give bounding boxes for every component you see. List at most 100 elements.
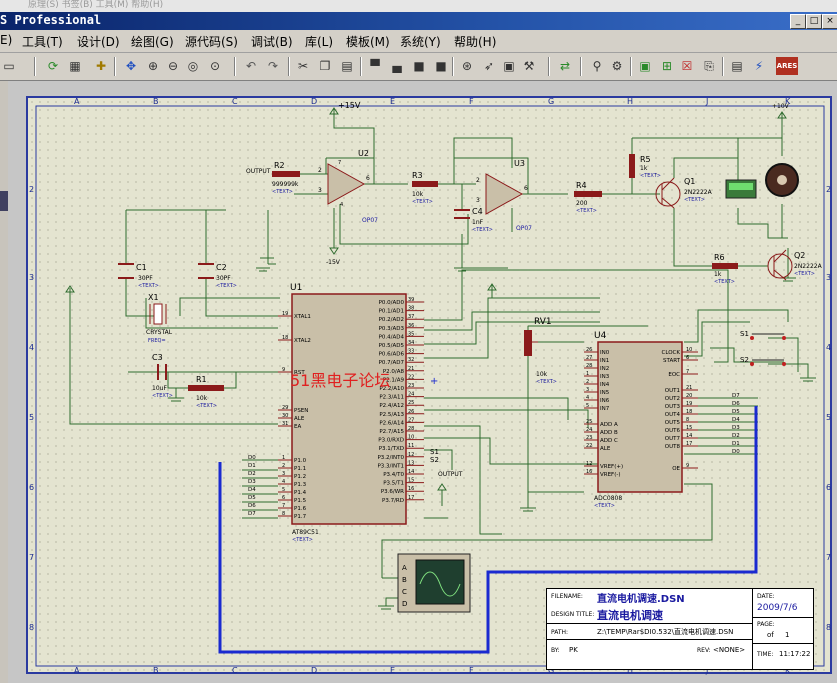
- schematic-sheet[interactable]: A B C D E F G H J K A B C D E F G H J K: [26, 96, 832, 675]
- wire-autorouter-icon[interactable]: ⇄: [556, 57, 574, 75]
- electrical-rules-icon[interactable]: ⚡: [750, 57, 768, 75]
- grid-number: 6: [29, 483, 34, 492]
- pick-device-icon[interactable]: ⊛: [458, 57, 476, 75]
- menu-graph[interactable]: 绘图(G): [131, 33, 174, 50]
- goto-sheet-icon[interactable]: ⎘: [700, 57, 718, 75]
- wire: [798, 363, 809, 378]
- switch-contact: [782, 362, 786, 366]
- pan-icon[interactable]: ✥: [122, 57, 140, 75]
- pin-name: XTAL1: [294, 314, 311, 320]
- oscilloscope[interactable]: A B C D: [397, 553, 471, 613]
- text-placeholder: <TEXT>: [594, 503, 615, 509]
- zoom-all-icon[interactable]: ◎: [184, 57, 202, 75]
- capacitor-c2[interactable]: C2 30PF <TEXT>: [198, 263, 237, 289]
- capacitor-ref: C3: [152, 353, 163, 362]
- pin-number: 21: [408, 366, 414, 372]
- cut-icon[interactable]: ✂: [294, 57, 312, 75]
- scope-channel: D: [402, 600, 407, 608]
- search-tag-icon[interactable]: ⚲: [588, 57, 606, 75]
- zoom-out-icon[interactable]: ⊖: [164, 57, 182, 75]
- capacitor-c3[interactable]: C3 10uF <TEXT>: [152, 353, 173, 399]
- resistor-body: [272, 171, 300, 177]
- resistor-r5[interactable]: R5 1k <TEXT>: [629, 154, 661, 179]
- block-delete-icon[interactable]: ■: [432, 57, 450, 75]
- menu-template[interactable]: 模板(M): [346, 33, 390, 50]
- page-value: 1: [785, 631, 790, 639]
- paste-icon[interactable]: ▤: [338, 57, 356, 75]
- pin-number: 16: [586, 469, 592, 475]
- crystal-x1[interactable]: X1 CRYSTAL FREQ=: [146, 293, 173, 344]
- new-sheet-icon[interactable]: ▣: [636, 57, 654, 75]
- pin-number: 23: [586, 435, 592, 441]
- pin-number: 3: [476, 197, 480, 204]
- resistor-r2[interactable]: R2 999999k <TEXT>: [272, 161, 300, 195]
- pin-number: 11: [408, 443, 414, 449]
- transistor-q1[interactable]: Q1 2N2222A <TEXT>: [655, 177, 713, 209]
- block-copy-icon[interactable]: ▀: [366, 57, 384, 75]
- zoom-area-icon[interactable]: ⊙: [206, 57, 224, 75]
- file-icon[interactable]: ▭: [0, 57, 18, 75]
- redo-icon[interactable]: ↷: [264, 57, 282, 75]
- capacitor-c1[interactable]: C1 30PF <TEXT>: [118, 263, 159, 289]
- resistor-r6[interactable]: R6 1k <TEXT>: [712, 253, 738, 285]
- opamp-u3[interactable]: U3 OP07 2 3 6: [476, 159, 532, 232]
- pin-name: P0.1/AD1: [379, 309, 404, 315]
- menu-source[interactable]: 源代码(S): [185, 33, 238, 50]
- property-assign-icon[interactable]: ⚙: [608, 57, 626, 75]
- toolbar-separator: [452, 57, 454, 76]
- transistor-q2[interactable]: Q2 2N2222A <TEXT>: [767, 249, 823, 281]
- schematic-canvas[interactable]: A B C D E F G H J K A B C D E F G H J K: [8, 81, 837, 683]
- block-rotate-icon[interactable]: ■: [410, 57, 428, 75]
- menu-design[interactable]: 设计(D): [77, 33, 120, 50]
- rev-value: <NONE>: [713, 646, 746, 654]
- title-bar-strip[interactable]: S Professional: [0, 12, 837, 30]
- maximize-button[interactable]: □: [806, 14, 822, 29]
- add-sheet-icon[interactable]: ⊞: [658, 57, 676, 75]
- menu-help[interactable]: 帮助(H): [454, 33, 496, 50]
- block-move-icon[interactable]: ▄: [388, 57, 406, 75]
- date-label: DATE:: [757, 593, 775, 600]
- wire: [781, 204, 788, 239]
- decompose-icon[interactable]: ⚒: [520, 57, 538, 75]
- menu-system[interactable]: 系统(Y): [400, 33, 441, 50]
- resistor-r3[interactable]: R3 10k <TEXT>: [412, 171, 438, 205]
- package-icon[interactable]: ▣: [500, 57, 518, 75]
- pin-number: 35: [408, 331, 414, 337]
- remove-sheet-icon[interactable]: ☒: [678, 57, 696, 75]
- pot-ref: RV1: [534, 317, 552, 327]
- copy-icon[interactable]: ❐: [316, 57, 334, 75]
- resistor-r1[interactable]: R1 10k <TEXT>: [188, 375, 224, 409]
- text-placeholder: <TEXT>: [272, 189, 293, 195]
- pin-number: 31: [282, 421, 288, 427]
- mcu-u1[interactable]: U1 AT89C51 <TEXT> 19 XTAL118 XTAL29 RST29 PS…: [278, 283, 424, 543]
- close-button[interactable]: ×: [822, 14, 837, 29]
- zoom-in-icon[interactable]: ⊕: [144, 57, 162, 75]
- menu-debug[interactable]: 调试(B): [251, 33, 293, 50]
- voltmeter[interactable]: [725, 179, 757, 199]
- voltmeter-screen: [729, 183, 753, 190]
- pin-number: 5: [282, 487, 285, 493]
- bill-of-materials-icon[interactable]: ▤: [728, 57, 746, 75]
- dc-motor[interactable]: [765, 163, 799, 197]
- transistor-part: 2N2222A: [794, 263, 823, 270]
- refresh-icon[interactable]: ⟳: [44, 57, 62, 75]
- undo-icon[interactable]: ↶: [242, 57, 260, 75]
- netlist-ares-icon[interactable]: ARES: [776, 57, 798, 75]
- grid-number: 4: [826, 343, 831, 352]
- switch-contact: [782, 336, 786, 340]
- menu-edit[interactable]: E): [0, 33, 12, 47]
- minimize-button[interactable]: _: [790, 14, 806, 29]
- menu-library[interactable]: 库(L): [305, 33, 333, 50]
- text-placeholder: <TEXT>: [684, 197, 705, 203]
- adc-u4[interactable]: U4 ADC0808 <TEXT> 26 IN0 27 IN1 28 IN2 1 IN3 2 IN…: [584, 331, 698, 509]
- grid-icon[interactable]: ▦: [66, 57, 84, 75]
- potentiometer-rv1[interactable]: RV1 10k <TEXT>: [524, 317, 557, 385]
- menu-tools[interactable]: 工具(T): [22, 33, 63, 50]
- wire: [461, 234, 508, 269]
- pin-name: P3.3/INT1: [377, 463, 404, 469]
- resistor-r4[interactable]: R4 200 <TEXT>: [574, 181, 602, 214]
- crosshair-icon[interactable]: ✚: [92, 57, 110, 75]
- grid-letter: F: [469, 666, 474, 675]
- opamp-u2[interactable]: U2 OP07 2 3 6 7 4: [318, 149, 378, 224]
- make-device-icon[interactable]: ➶: [480, 57, 498, 75]
